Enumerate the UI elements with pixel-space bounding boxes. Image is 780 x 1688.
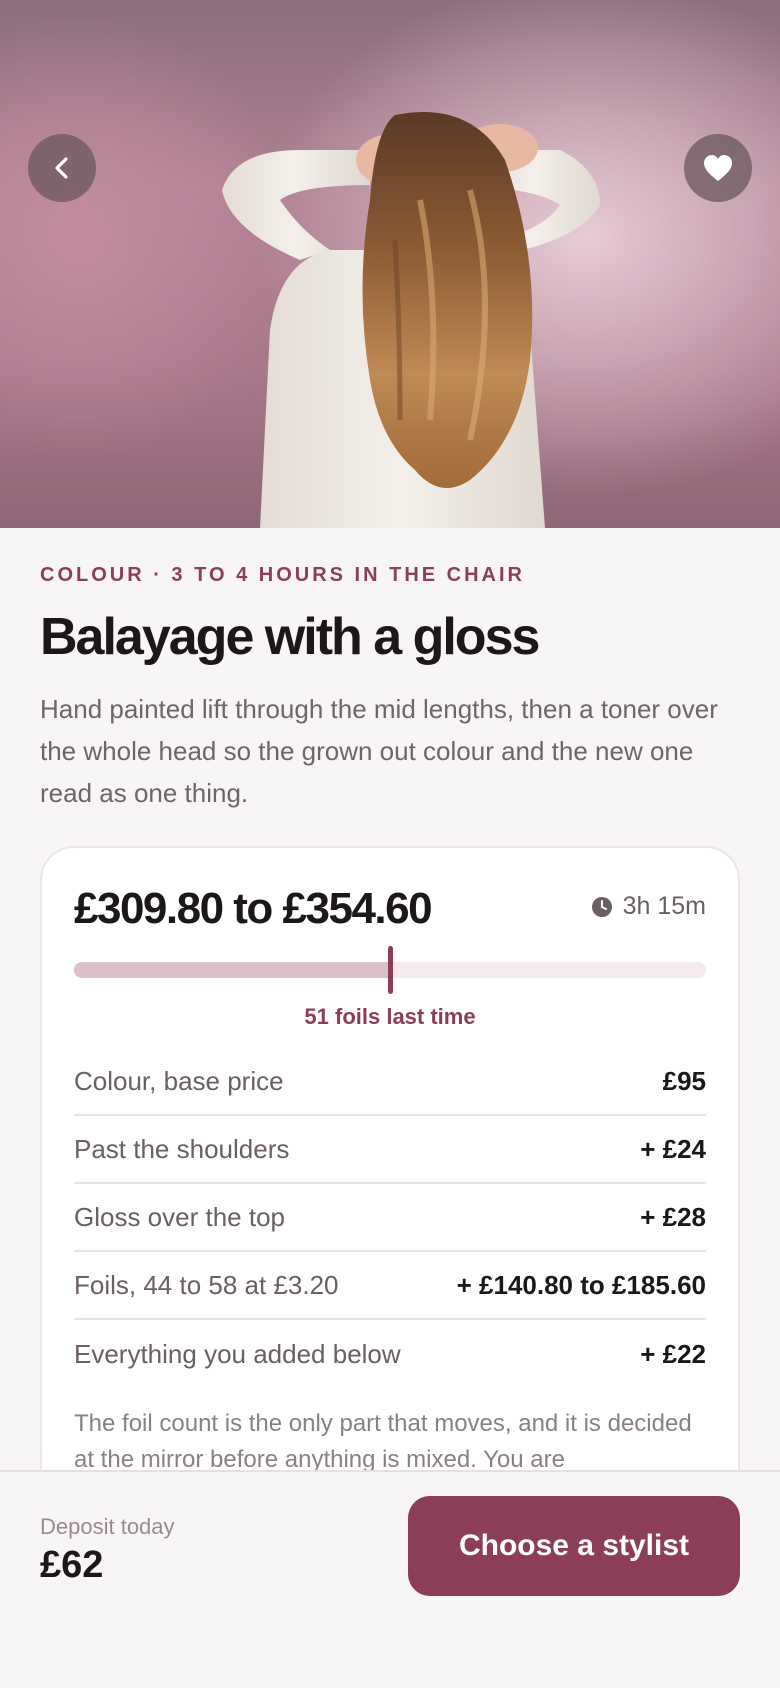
price-row-amount: + £140.80 to £185.60 <box>456 1269 706 1300</box>
price-row: Past the shoulders + £24 <box>74 1116 706 1184</box>
chevron-left-icon <box>55 157 68 179</box>
hero-photo <box>222 112 600 528</box>
choose-stylist-button[interactable]: Choose a stylist <box>408 1496 740 1596</box>
price-row-amount: + £28 <box>640 1201 706 1232</box>
price-breakdown: Colour, base price £95 Past the shoulder… <box>74 1048 706 1388</box>
price-row-amount: + £22 <box>640 1338 706 1369</box>
checkout-bar: Deposit today £62 Choose a stylist <box>0 1470 780 1688</box>
price-row: Colour, base price £95 <box>74 1048 706 1116</box>
back-button[interactable] <box>28 134 96 202</box>
price-row-label: Past the shoulders <box>74 1133 290 1164</box>
price-row-label: Gloss over the top <box>74 1201 285 1232</box>
price-row-label: Foils, 44 to 58 at £3.20 <box>74 1269 339 1300</box>
price-row-label: Everything you added below <box>74 1338 401 1369</box>
price-row-amount: £95 <box>662 1065 706 1096</box>
service-summary: COLOUR · 3 TO 4 HOURS IN THE CHAIR Balay… <box>40 528 740 814</box>
clock-icon <box>591 896 612 917</box>
foil-last-time-label: 51 foils last time <box>304 1004 476 1029</box>
price-row: Foils, 44 to 58 at £3.20 + £140.80 to £1… <box>74 1252 706 1320</box>
deposit-amount: £62 <box>40 1544 104 1586</box>
duration-value: 3h 15m <box>622 892 706 920</box>
price-row: Gloss over the top + £28 <box>74 1184 706 1252</box>
service-category: COLOUR · 3 TO 4 HOURS IN THE CHAIR <box>40 564 525 586</box>
price-row: Everything you added below + £22 <box>74 1320 706 1388</box>
deposit-label: Deposit today <box>40 1514 175 1539</box>
foil-range-fill <box>74 962 390 978</box>
duration: 3h 15m <box>591 892 706 921</box>
foil-last-time-marker <box>388 946 393 994</box>
price-range: £309.80 to £354.60 <box>74 884 433 933</box>
pricing-note: The foil count is the only part that mov… <box>74 1410 692 1473</box>
service-description: Hand painted lift through the mid length… <box>40 694 718 809</box>
page-title: Balayage with a gloss <box>40 608 540 666</box>
favorite-button[interactable] <box>684 134 752 202</box>
hero-image <box>0 0 780 528</box>
foil-range-track <box>74 946 706 994</box>
price-row-label: Colour, base price <box>74 1065 284 1096</box>
heart-icon <box>704 155 732 181</box>
price-row-amount: + £24 <box>640 1133 706 1164</box>
price-card: £309.80 to £354.60 3h 15m 51 foils last … <box>40 846 740 1526</box>
